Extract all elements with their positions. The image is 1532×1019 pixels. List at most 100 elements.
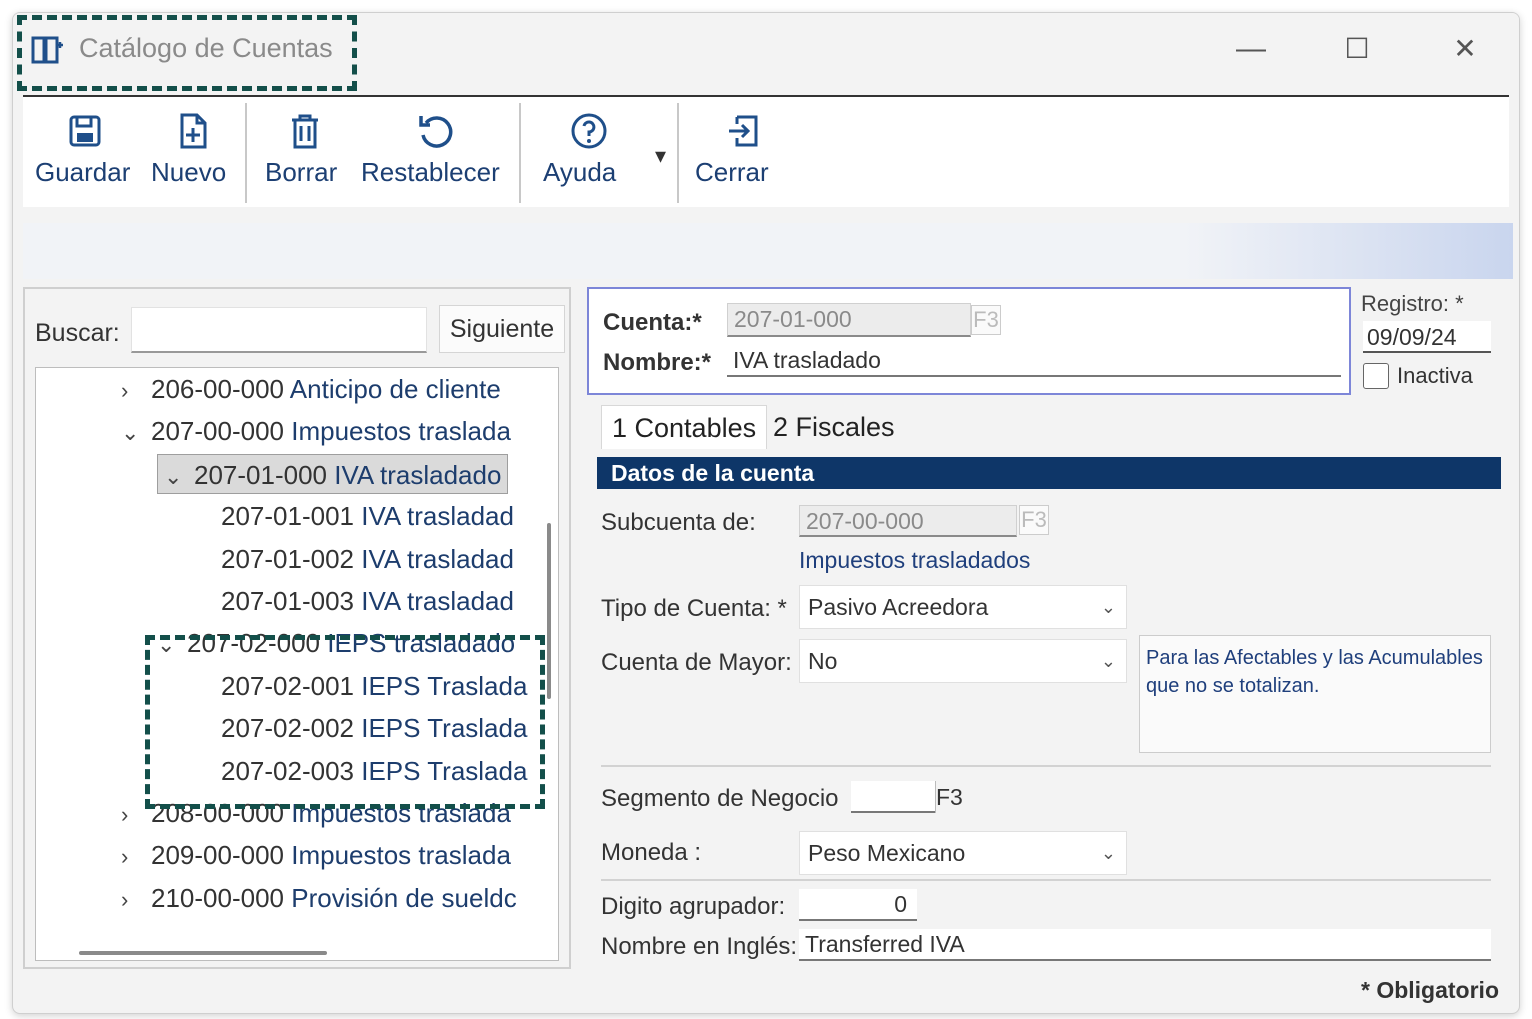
- nombre-field[interactable]: IVA trasladado: [727, 345, 1341, 377]
- mayor-label: Cuenta de Mayor:: [601, 649, 792, 676]
- tree-item[interactable]: ⌄ 207-00-000 Impuestos traslada: [121, 411, 511, 451]
- inactiva-checkbox[interactable]: [1363, 363, 1389, 389]
- divider: [601, 879, 1491, 881]
- help-dropdown-arrow-icon[interactable]: ▾: [655, 143, 666, 169]
- subcuenta-description: Impuestos trasladados: [799, 547, 1031, 573]
- tree-item-name: IVA trasladad: [361, 586, 514, 616]
- save-button[interactable]: Guardar: [35, 111, 135, 187]
- chevron-down-icon: ⌄: [1100, 843, 1116, 863]
- tree-item[interactable]: › 209-00-000 Impuestos traslada: [121, 835, 511, 875]
- help-icon: [571, 113, 607, 149]
- moneda-label: Moneda :: [601, 839, 702, 866]
- toolbar-separator: [519, 103, 521, 203]
- chevron-right-icon[interactable]: ›: [121, 880, 151, 920]
- close-window-button[interactable]: ✕: [1445, 31, 1485, 67]
- reset-button[interactable]: Restablecer: [361, 111, 509, 187]
- title-bar: Catálogo de Cuentas — ☐ ✕: [13, 13, 1519, 91]
- segmento-f3-lookup[interactable]: F3: [935, 781, 967, 813]
- tree-item-code: 210-00-000: [151, 882, 284, 913]
- delete-label: Borrar: [265, 157, 338, 187]
- moneda-select[interactable]: Peso Mexicano ⌄: [799, 831, 1127, 875]
- tree-item-name: IVA trasladado: [334, 459, 502, 490]
- tree-item[interactable]: 207-01-001 IVA trasladad: [221, 496, 514, 536]
- tree-horizontal-scrollbar[interactable]: [79, 951, 327, 955]
- tree-item-code: 207-00-000: [151, 416, 284, 447]
- minimize-button[interactable]: —: [1231, 31, 1271, 67]
- ingles-field[interactable]: Transferred IVA: [799, 929, 1491, 961]
- subcuenta-f3-lookup[interactable]: F3: [1019, 505, 1049, 535]
- required-note: * Obligatorio: [1361, 977, 1499, 1003]
- tree-item-name: IVA trasladad: [361, 543, 514, 574]
- digito-field[interactable]: 0: [799, 889, 917, 921]
- next-button[interactable]: Siguiente: [439, 305, 565, 353]
- delete-button[interactable]: Borrar: [265, 111, 345, 187]
- tree-item-name: Impuestos traslada: [291, 840, 511, 871]
- tipo-value: Pasivo Acreedora: [808, 594, 989, 620]
- tree-item-code: 209-00-000: [151, 840, 284, 871]
- chevron-right-icon[interactable]: ›: [121, 837, 151, 877]
- cuenta-f3-lookup[interactable]: F3: [971, 305, 1001, 335]
- close-button[interactable]: Cerrar: [695, 111, 791, 187]
- tree-item-code: 207-01-002: [221, 543, 354, 574]
- inactiva-label: Inactiva: [1397, 363, 1473, 388]
- nombre-label: Nombre:*: [603, 349, 712, 376]
- close-label: Cerrar: [695, 157, 769, 187]
- tree-item[interactable]: 207-01-002 IVA trasladad: [221, 539, 514, 579]
- moneda-value: Peso Mexicano: [808, 840, 966, 866]
- help-button[interactable]: Ayuda: [543, 111, 635, 187]
- chevron-right-icon[interactable]: ›: [121, 371, 151, 411]
- registro-field[interactable]: 09/09/24: [1363, 321, 1491, 353]
- cuenta-label: Cuenta:*: [603, 309, 702, 336]
- toolbar: Guardar Nuevo Borrar Restablecer Ayuda ▾…: [23, 95, 1509, 207]
- chevron-down-icon: ⌄: [1100, 597, 1116, 617]
- trash-icon: [292, 114, 318, 149]
- tree-item-code: 206-00-000: [151, 374, 284, 404]
- tree-highlight-box: [145, 635, 545, 809]
- registro-label: Registro: *: [1361, 291, 1464, 316]
- tree-item[interactable]: ⌄ 207-01-000 IVA trasladado: [157, 453, 509, 497]
- tab-fiscales[interactable]: 2 Fiscales: [763, 405, 905, 449]
- tree-item[interactable]: 207-01-003 IVA trasladad: [221, 581, 514, 621]
- help-label: Ayuda: [543, 157, 617, 187]
- section-header: Datos de la cuenta: [597, 457, 1501, 489]
- segmento-label: Segmento de Negocio: [601, 785, 839, 812]
- save-icon: [69, 115, 101, 147]
- tree-item-name: Anticipo de cliente: [289, 374, 501, 404]
- digito-label: Digito agrupador:: [601, 893, 786, 920]
- mayor-note: Para las Afectables y las Acumulables qu…: [1139, 635, 1491, 753]
- chevron-down-icon[interactable]: ⌄: [121, 413, 151, 453]
- undo-icon: [419, 116, 453, 148]
- tree-item[interactable]: › 210-00-000 Provisión de sueldc: [121, 878, 517, 918]
- new-document-icon: [180, 113, 207, 149]
- ingles-label: Nombre en Inglés:: [601, 933, 798, 960]
- tree-item-name: IVA trasladad: [361, 501, 514, 532]
- maximize-button[interactable]: ☐: [1337, 31, 1377, 67]
- search-label: Buscar:: [35, 319, 120, 347]
- chevron-down-icon[interactable]: ⌄: [164, 457, 194, 497]
- subcuenta-field[interactable]: 207-00-000: [799, 505, 1017, 537]
- tipo-select[interactable]: Pasivo Acreedora ⌄: [799, 585, 1127, 629]
- tab-contables[interactable]: 1 Contables: [601, 405, 768, 449]
- segmento-field[interactable]: [851, 781, 935, 813]
- new-label: Nuevo: [151, 157, 227, 187]
- new-button[interactable]: Nuevo: [151, 111, 235, 187]
- catalog-window: Catálogo de Cuentas — ☐ ✕ Guardar Nuevo: [12, 12, 1520, 1014]
- catalog-app-icon: [31, 36, 63, 64]
- tree-item-code: 207-01-001: [221, 501, 354, 532]
- tree-item-code: 207-01-003: [221, 586, 354, 616]
- chevron-down-icon: ⌄: [1100, 651, 1116, 671]
- cuenta-field[interactable]: 207-01-000: [727, 303, 971, 337]
- tree-item-name: Impuestos traslada: [291, 416, 511, 447]
- tree-vertical-scrollbar[interactable]: [547, 523, 551, 699]
- mayor-value: No: [808, 648, 838, 674]
- toolbar-band: [23, 223, 1513, 279]
- tree-item[interactable]: › 206-00-000 Anticipo de cliente: [121, 369, 501, 409]
- window-title: Catálogo de Cuentas: [79, 33, 333, 63]
- mayor-select[interactable]: No ⌄: [799, 639, 1127, 683]
- search-input[interactable]: [131, 307, 427, 353]
- exit-icon: [729, 115, 758, 147]
- toolbar-separator: [245, 103, 247, 203]
- tree-item-code: 207-01-000: [194, 459, 327, 490]
- subcuenta-label: Subcuenta de:: [601, 509, 756, 536]
- tipo-label: Tipo de Cuenta: *: [601, 595, 787, 622]
